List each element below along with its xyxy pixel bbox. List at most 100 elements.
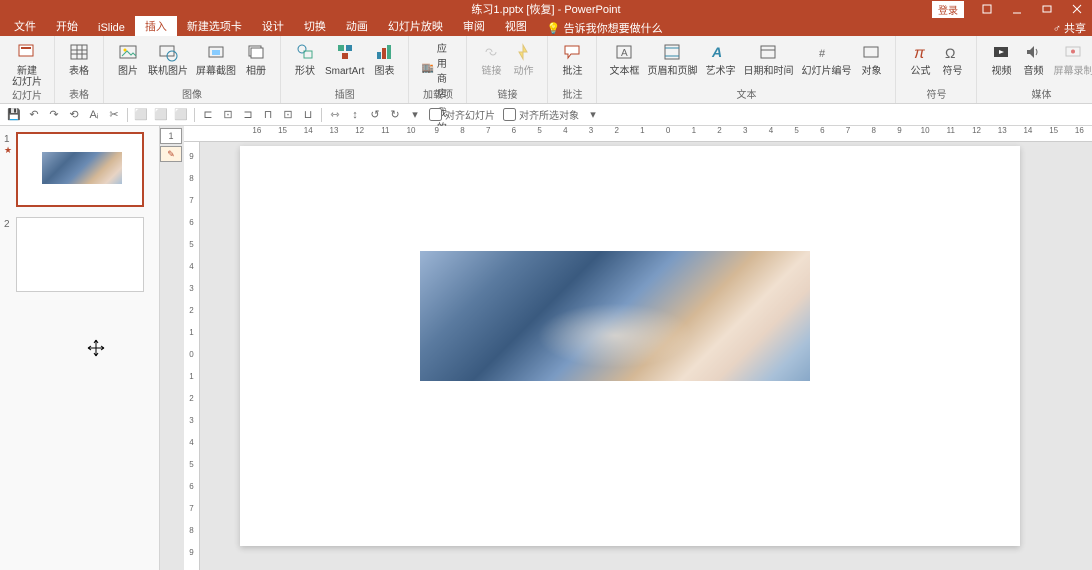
login-button[interactable]: 登录 — [932, 1, 964, 18]
tab-newtab[interactable]: 新建选项卡 — [177, 16, 252, 36]
save-button[interactable]: 💾 — [5, 106, 23, 124]
online-picture-button[interactable]: 联机图片 — [144, 38, 192, 79]
qat-button-7[interactable]: ⬜ — [132, 106, 150, 124]
separator — [194, 108, 195, 122]
slide-thumbnail-2[interactable] — [16, 217, 144, 292]
qat-button-4[interactable]: ⟲ — [65, 106, 83, 124]
slide-thumbnail-1[interactable] — [16, 132, 144, 207]
slide-canvas[interactable] — [240, 146, 1020, 546]
rotate-right-button[interactable]: ↻ — [386, 106, 404, 124]
align-top-button[interactable]: ⊓ — [259, 106, 277, 124]
distribute-v-button[interactable]: ↕ — [346, 106, 364, 124]
video-button[interactable]: 视频 — [985, 38, 1017, 79]
tab-animations[interactable]: 动画 — [336, 16, 378, 36]
qat-button-6[interactable]: ✂ — [105, 106, 123, 124]
smartart-icon — [333, 40, 357, 64]
tab-design[interactable]: 设计 — [252, 16, 294, 36]
ribbon-group-symbols: π 公式 Ω 符号 符号 — [896, 36, 977, 103]
link-button[interactable]: 链接 — [475, 38, 507, 79]
ribbon: 新建 幻灯片 幻灯片 表格 表格 图片 联机图片 屏幕截图 — [0, 36, 1092, 104]
tab-slideshow[interactable]: 幻灯片放映 — [378, 16, 453, 36]
ribbon-group-images: 图片 联机图片 屏幕截图 相册 图像 — [104, 36, 281, 103]
link-icon — [479, 40, 503, 64]
smartart-button[interactable]: SmartArt — [321, 38, 368, 79]
align-right-button[interactable]: ⊐ — [239, 106, 257, 124]
tab-insert[interactable]: 插入 — [135, 16, 177, 36]
svg-text:π: π — [914, 45, 925, 62]
align-selected-checkbox[interactable]: 对齐所选对象 — [503, 107, 579, 122]
ribbon-group-tables: 表格 表格 — [55, 36, 104, 103]
thumbnail-image — [42, 152, 122, 184]
editing-area: 1 ✎ 161514131211109876543210123456789101… — [160, 126, 1092, 570]
textbox-button[interactable]: A 文本框 — [605, 38, 643, 79]
picture-button[interactable]: 图片 — [112, 38, 144, 79]
svg-text:#: # — [819, 48, 826, 60]
redo-button[interactable]: ↷ — [45, 106, 63, 124]
shapes-button[interactable]: 形状 — [289, 38, 321, 79]
equation-button[interactable]: π 公式 — [904, 38, 936, 79]
picture-icon — [116, 40, 140, 64]
horizontal-ruler[interactable]: 1615141312111098765432101234567891011121… — [184, 126, 1092, 142]
qat-button-9[interactable]: ⬜ — [172, 106, 190, 124]
align-bottom-button[interactable]: ⊔ — [299, 106, 317, 124]
window-title: 练习1.pptx [恢复] - PowerPoint — [471, 1, 620, 17]
slide-thumbnails-panel: 1★ 2 — [0, 126, 160, 570]
ribbon-tabs: 文件 开始 iSlide 插入 新建选项卡 设计 切换 动画 幻灯片放映 审阅 … — [0, 18, 1092, 36]
new-slide-icon — [15, 40, 39, 64]
symbol-button[interactable]: Ω 符号 — [936, 38, 968, 79]
tab-review[interactable]: 审阅 — [453, 16, 495, 36]
tab-transitions[interactable]: 切换 — [294, 16, 336, 36]
table-button[interactable]: 表格 — [63, 38, 95, 79]
align-left-button[interactable]: ⊏ — [199, 106, 217, 124]
thumbnail-wrap-2: 2 — [4, 217, 155, 292]
table-icon — [67, 40, 91, 64]
animation-tag-pen[interactable]: ✎ — [160, 146, 182, 162]
tab-home[interactable]: 开始 — [46, 16, 88, 36]
tab-file[interactable]: 文件 — [4, 16, 46, 36]
rotate-left-button[interactable]: ↺ — [366, 106, 384, 124]
screen-record-button[interactable]: 屏幕录制 — [1049, 38, 1092, 79]
animation-indicator-icon: ★ — [4, 145, 16, 156]
date-icon — [756, 40, 780, 64]
share-button[interactable]: ♂ 共享 — [1053, 20, 1086, 36]
minimize-button[interactable] — [1002, 0, 1032, 18]
date-time-button[interactable]: 日期和时间 — [739, 38, 797, 79]
tab-islide[interactable]: iSlide — [88, 20, 135, 36]
animation-tag-1[interactable]: 1 — [160, 128, 182, 144]
maximize-button[interactable] — [1032, 0, 1062, 18]
album-button[interactable]: 相册 — [240, 38, 272, 79]
align-middle-button[interactable]: ⊡ — [279, 106, 297, 124]
align-center-button[interactable]: ⊡ — [219, 106, 237, 124]
close-button[interactable] — [1062, 0, 1092, 18]
svg-text:A: A — [711, 44, 722, 60]
qat-button-5[interactable]: Aᵢ — [85, 106, 103, 124]
align-slide-checkbox[interactable]: 对齐幻灯片 — [429, 107, 495, 122]
qat-expand-button[interactable]: ▾ — [584, 106, 602, 124]
vertical-ruler[interactable]: 9876543210123456789 — [184, 142, 200, 570]
comment-button[interactable]: 批注 — [556, 38, 588, 79]
screenshot-button[interactable]: 屏幕截图 — [192, 38, 240, 79]
thumbnail-number: 2 — [4, 217, 16, 292]
slide-number-button[interactable]: # 幻灯片编号 — [797, 38, 855, 79]
tell-me-search[interactable]: 💡告诉我你想要做什么 — [547, 20, 663, 36]
audio-button[interactable]: 音频 — [1017, 38, 1049, 79]
new-slide-button[interactable]: 新建 幻灯片 — [8, 38, 46, 90]
qat-button-8[interactable]: ⬜ — [152, 106, 170, 124]
tab-view[interactable]: 视图 — [495, 16, 537, 36]
sky-picture[interactable] — [420, 251, 810, 381]
undo-button[interactable]: ↶ — [25, 106, 43, 124]
ribbon-group-media: 视频 音频 屏幕录制 媒体 — [977, 36, 1092, 103]
chart-button[interactable]: 图表 — [368, 38, 400, 79]
workspace: 1★ 2 1 ✎ 1615141312111098765432101234567… — [0, 126, 1092, 570]
header-footer-button[interactable]: 页眉和页脚 — [643, 38, 701, 79]
comment-icon — [560, 40, 584, 64]
ribbon-group-illustrations: 形状 SmartArt 图表 插图 — [281, 36, 409, 103]
wordart-button[interactable]: A 艺术字 — [701, 38, 739, 79]
symbol-icon: Ω — [940, 40, 964, 64]
object-button[interactable]: 对象 — [855, 38, 887, 79]
distribute-h-button[interactable]: ⇿ — [326, 106, 344, 124]
screen-record-icon — [1061, 40, 1085, 64]
qat-more-button[interactable]: ▾ — [406, 106, 424, 124]
action-button[interactable]: 动作 — [507, 38, 539, 79]
window-options-button[interactable] — [972, 0, 1002, 18]
